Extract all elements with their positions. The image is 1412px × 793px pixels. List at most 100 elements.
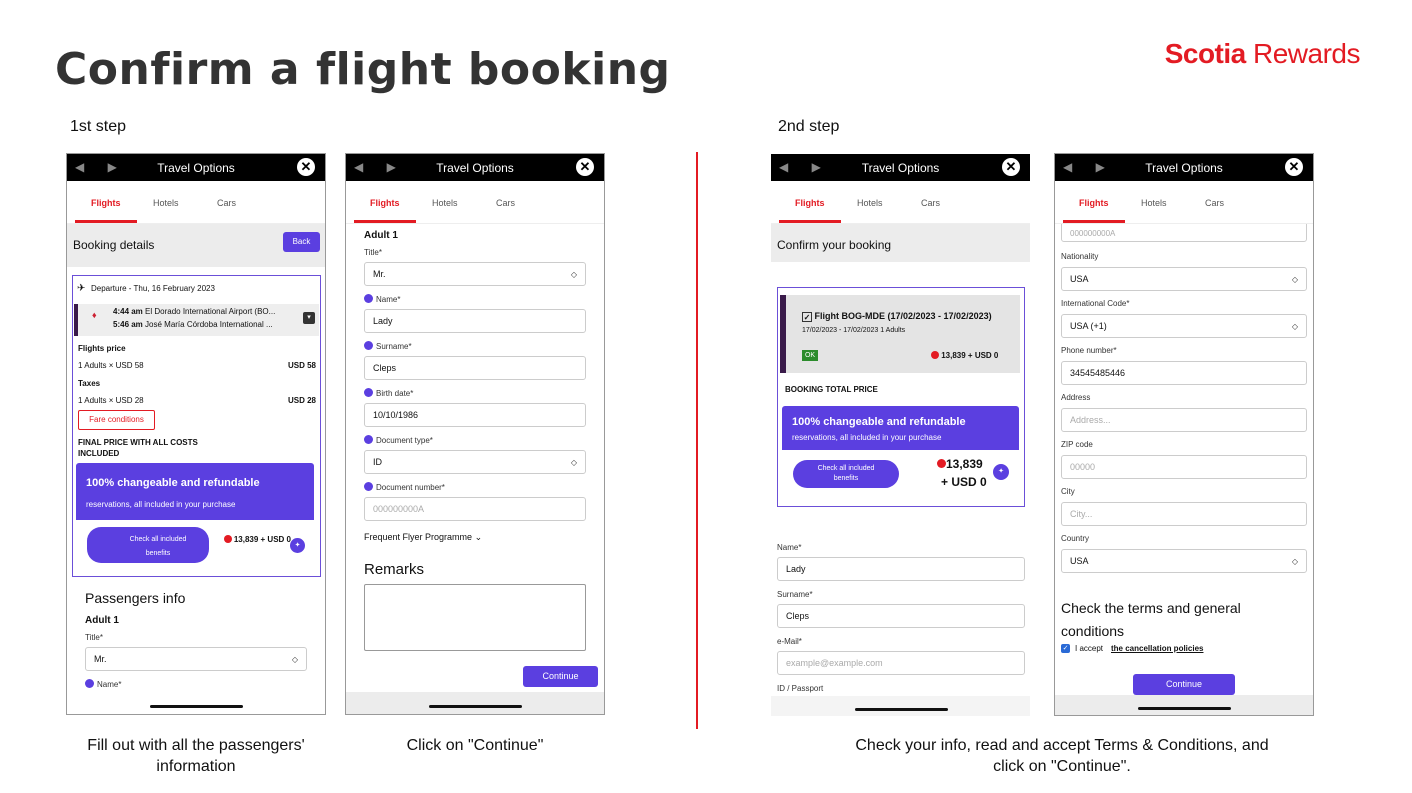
frequent-flyer-toggle[interactable]: Frequent Flyer Programme ⌄ — [364, 532, 482, 543]
title-select[interactable]: Mr. ◇ — [364, 262, 586, 286]
flight-price: 13,839 + USD 0 — [941, 351, 999, 360]
close-icon[interactable]: ✕ — [1002, 158, 1020, 176]
document-number-label: Document number* — [364, 482, 445, 492]
birth-date-input[interactable]: 10/10/1986 — [364, 403, 586, 427]
flight-checkbox[interactable]: ✓ Flight BOG-MDE (17/02/2023 - 17/02/202… — [802, 311, 992, 322]
gift-icon[interactable]: ✦ — [993, 464, 1009, 480]
back-button[interactable]: Back — [283, 232, 320, 252]
zip-code-input[interactable]: 00000 — [1061, 455, 1307, 479]
caption-step-1b: Click on "Continue" — [406, 737, 544, 754]
active-tab-indicator — [75, 220, 137, 223]
points-icon — [937, 459, 946, 468]
cancellation-policies-link[interactable]: the cancellation policies — [1111, 644, 1203, 653]
terms-heading: Check the terms and general conditions — [1061, 600, 1241, 639]
tab-cars[interactable]: Cars — [496, 198, 515, 208]
accept-label: I accept — [1075, 644, 1104, 653]
adult-heading: Adult 1 — [364, 230, 398, 241]
phone-number-label: Phone number* — [1061, 346, 1117, 355]
caption-step-1a: Fill out with all the passengers' inform… — [87, 737, 305, 775]
document-type-select[interactable]: ID ◇ — [364, 450, 586, 474]
email-label: e-Mail* — [777, 637, 802, 646]
gift-icon[interactable]: ✦ — [290, 538, 305, 553]
tab-hotels[interactable]: Hotels — [1141, 198, 1167, 208]
name-input[interactable]: Lady — [777, 557, 1025, 581]
select-chevron-icon: ◇ — [291, 654, 298, 664]
document-number-input[interactable]: 000000000A — [364, 497, 586, 521]
nationality-select[interactable]: USA ◇ — [1061, 267, 1307, 291]
confirm-booking-heading: Confirm your booking — [777, 238, 892, 252]
bottom-strip — [346, 692, 604, 714]
check-benefits-button[interactable]: Check all included benefits — [793, 460, 899, 488]
flight-summary: ✓ Flight BOG-MDE (17/02/2023 - 17/02/202… — [780, 295, 1020, 373]
ok-badge: OK — [802, 350, 818, 361]
home-indicator — [1138, 707, 1231, 710]
email-input[interactable]: example@example.com — [777, 651, 1025, 675]
select-chevron-icon: ◇ — [1291, 556, 1298, 566]
international-code-label: International Code* — [1061, 299, 1130, 308]
title-select[interactable]: Mr. ◇ — [85, 647, 307, 671]
booking-summary-card: ✓ Flight BOG-MDE (17/02/2023 - 17/02/202… — [777, 287, 1025, 507]
close-icon[interactable]: ✕ — [576, 158, 594, 176]
document-type-label: Document type* — [364, 435, 433, 445]
tab-flights[interactable]: Flights — [795, 198, 825, 208]
booking-details-heading: Booking details — [73, 238, 155, 252]
app-title: Travel Options — [861, 161, 940, 175]
scotia-rewards-logo: Scotia Rewards — [1164, 38, 1361, 69]
continue-button[interactable]: Continue — [523, 666, 598, 687]
tab-flights[interactable]: Flights — [1079, 198, 1109, 208]
airline-icon: ♦ — [92, 310, 97, 320]
close-icon[interactable]: ✕ — [297, 158, 315, 176]
flight-segment[interactable]: ♦ 4:44 am El Dorado International Airpor… — [74, 304, 319, 336]
points-icon — [223, 535, 232, 543]
heading-strip: Confirm your booking — [771, 224, 1030, 262]
tab-bar: Flights Hotels Cars — [771, 181, 1030, 224]
check-benefits-button[interactable]: Check all included benefits — [87, 527, 209, 563]
tab-hotels[interactable]: Hotels — [153, 198, 179, 208]
tab-cars[interactable]: Cars — [217, 198, 236, 208]
country-select[interactable]: USA ◇ — [1061, 549, 1307, 573]
bottom-strip — [771, 696, 1030, 716]
name-label: Name* — [85, 679, 121, 689]
fare-conditions-button[interactable]: Fare conditions — [78, 410, 155, 430]
address-input[interactable]: Address... — [1061, 408, 1307, 432]
address-label: Address — [1061, 393, 1091, 402]
chevron-down-icon[interactable]: ▾ — [303, 312, 315, 324]
remarks-textarea[interactable] — [364, 584, 586, 651]
refundable-promo: 100% changeable and refundable reservati… — [782, 406, 1019, 502]
passengers-info-heading: Passengers info — [85, 590, 186, 606]
country-label: Country — [1061, 534, 1090, 543]
tab-hotels[interactable]: Hotels — [432, 198, 458, 208]
home-indicator — [855, 708, 948, 711]
tab-flights[interactable]: Flights — [91, 198, 121, 208]
tab-bar: Flights Hotels Cars — [67, 181, 325, 224]
tab-cars[interactable]: Cars — [921, 198, 940, 208]
continue-button[interactable]: Continue — [1133, 674, 1235, 695]
name-input[interactable]: Lady — [364, 309, 586, 333]
flights-price-row: 1 Adults × USD 58 — [78, 361, 144, 370]
tab-hotels[interactable]: Hotels — [857, 198, 883, 208]
phone-screen-passenger-form: ◀ ▶ Travel Options ✕ Flights Hotels Cars… — [345, 153, 605, 715]
promo-subtitle: reservations, all included in your purch… — [792, 433, 942, 442]
departure-label: Departure - Thu, 16 February 2023 — [91, 284, 215, 293]
surname-input[interactable]: Cleps — [777, 604, 1025, 628]
app-title: Travel Options — [1145, 161, 1223, 175]
plane-icon: ✈ — [77, 283, 86, 294]
accept-checkbox[interactable]: ✓ — [1061, 644, 1070, 653]
city-label: City — [1061, 487, 1075, 496]
total-price: 13,839 + USD 0 — [233, 535, 291, 544]
total-usd: + USD 0 — [941, 475, 987, 489]
tab-flights[interactable]: Flights — [370, 198, 400, 208]
phone-screen-terms: ◀ ▶ Travel Options ✕ 000000000A Flights … — [1054, 153, 1314, 716]
phone-screen-confirm-booking: ◀ ▶ Travel Options ✕ Flights Hotels Cars… — [770, 153, 1031, 717]
app-title: Travel Options — [436, 161, 514, 175]
caption-step-2: Check your info, read and accept Terms &… — [855, 737, 1269, 775]
tab-cars[interactable]: Cars — [1205, 198, 1224, 208]
info-icon — [364, 341, 373, 350]
phone-screen-booking-details: ◀ ▶ Travel Options ✕ Flights Hotels Cars… — [66, 153, 326, 715]
close-icon[interactable]: ✕ — [1285, 158, 1303, 176]
international-code-select[interactable]: USA (+1) ◇ — [1061, 314, 1307, 338]
phone-number-input[interactable]: 34545485446 — [1061, 361, 1307, 385]
city-input[interactable]: City... — [1061, 502, 1307, 526]
surname-input[interactable]: Cleps — [364, 356, 586, 380]
page-title: Confirm a flight booking — [55, 44, 671, 95]
